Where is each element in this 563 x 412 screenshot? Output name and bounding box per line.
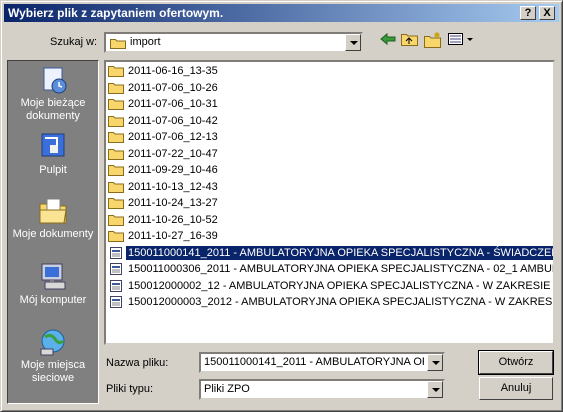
item-name: 150011000141_2011 - AMBULATORYJNA OPIEKA… xyxy=(126,245,553,260)
folder-item[interactable]: 2011-07-06_10-31 xyxy=(108,98,220,114)
place-my-documents[interactable]: Moje dokumenty xyxy=(8,196,98,241)
file-item[interactable]: 150012000003_2012 - AMBULATORYJNA OPIEKA… xyxy=(108,296,555,312)
place-label: Moje dokumenty xyxy=(12,228,94,240)
folder-item[interactable]: 2011-10-26_10-52 xyxy=(108,214,220,230)
filetype-select[interactable]: Pliki ZPO xyxy=(199,379,445,400)
folder-icon xyxy=(108,115,124,127)
folder-item[interactable]: 2011-07-06_12-13 xyxy=(108,131,220,147)
folder-icon xyxy=(108,66,124,78)
folder-icon xyxy=(108,99,124,111)
item-name: 2011-10-26_10-52 xyxy=(128,213,218,226)
cancel-button[interactable]: Anuluj xyxy=(479,377,553,400)
folder-item[interactable]: 2011-06-16_13-35 xyxy=(108,65,220,81)
back-arrow-icon xyxy=(380,32,396,46)
filetype-value: Pliki ZPO xyxy=(204,383,250,395)
view-menu-button[interactable] xyxy=(447,32,475,52)
folder-icon xyxy=(108,181,124,193)
file-item[interactable]: 150011000141_2011 - AMBULATORYJNA OPIEKA… xyxy=(108,245,553,263)
up-one-level-button[interactable] xyxy=(399,32,421,52)
file-item[interactable]: 150011000306_2011 - AMBULATORYJNA OPIEKA… xyxy=(108,263,555,279)
file-list[interactable]: 2011-06-16_13-35 2011-07-06_10-26 2011-07-… xyxy=(104,60,555,345)
folder-icon xyxy=(108,165,124,177)
folder-item[interactable]: 2011-07-06_10-26 xyxy=(108,82,220,98)
title-bar[interactable]: Wybierz plik z zapytaniem ofertowym. ? X xyxy=(4,4,559,22)
filename-dropdown-arrow[interactable] xyxy=(427,354,443,371)
item-name: 2011-07-06_10-31 xyxy=(128,98,218,111)
my-documents-icon xyxy=(39,198,67,224)
help-button[interactable]: ? xyxy=(520,6,536,20)
place-label: Moje bieżące dokumenty xyxy=(20,97,86,122)
folder-item[interactable]: 2011-07-22_10-47 xyxy=(108,148,220,164)
filename-input[interactable]: 150011000141_2011 - AMBULATORYJNA OP xyxy=(199,352,445,373)
recent-documents-icon xyxy=(43,67,67,94)
new-folder-icon xyxy=(424,32,441,48)
folder-item[interactable]: 2011-07-06_10-42 xyxy=(108,115,220,131)
item-name: 2011-09-29_10-46 xyxy=(128,164,218,177)
file-icon xyxy=(110,296,122,309)
folder-item[interactable]: 2011-09-29_10-46 xyxy=(108,164,220,180)
filetype-dropdown-arrow[interactable] xyxy=(427,381,443,398)
folder-icon xyxy=(108,231,124,243)
filename-value: 150011000141_2011 - AMBULATORYJNA OP xyxy=(204,356,424,368)
folder-item[interactable]: 2011-10-27_16-39 xyxy=(108,230,220,246)
open-button[interactable]: Otwórz xyxy=(478,350,554,375)
look-in-value: import xyxy=(130,36,161,48)
item-name: 2011-07-22_10-47 xyxy=(128,147,218,160)
file-icon xyxy=(110,279,122,292)
my-computer-icon xyxy=(41,263,66,290)
file-item[interactable]: 150012000002_12 - AMBULATORYJNA OPIEKA S… xyxy=(108,279,555,296)
item-name: 2011-07-06_10-42 xyxy=(128,114,218,127)
place-my-computer[interactable]: Mój komputer xyxy=(8,262,98,307)
view-menu-icon xyxy=(448,33,473,45)
place-network-places[interactable]: Moje miejsca sieciowe xyxy=(8,327,98,385)
file-icon xyxy=(110,246,122,259)
place-desktop[interactable]: Pulpit xyxy=(8,132,98,177)
place-label: Moje miejsca sieciowe xyxy=(20,359,86,384)
look-in-label: Szukaj w: xyxy=(50,36,98,48)
item-name: 2011-06-16_13-35 xyxy=(128,65,218,78)
file-open-dialog: Wybierz plik z zapytaniem ofertowym. ? X… xyxy=(0,0,563,412)
folder-icon xyxy=(110,39,126,49)
folder-item[interactable]: 2011-10-13_12-43 xyxy=(108,181,220,197)
place-recent-documents[interactable]: Moje bieżące dokumenty xyxy=(8,65,98,123)
folder-icon xyxy=(108,214,124,226)
file-icon xyxy=(110,263,122,276)
dialog-title: Wybierz plik z zapytaniem ofertowym. xyxy=(8,6,224,20)
look-in-dropdown-arrow[interactable] xyxy=(345,34,361,51)
look-in-combo[interactable]: import xyxy=(104,32,363,53)
network-places-icon xyxy=(40,329,65,356)
item-name: 2011-07-06_10-26 xyxy=(128,81,218,94)
places-bar: Moje bieżące dokumenty Pulpit Moje dokum… xyxy=(7,60,99,404)
item-name: 2011-10-27_16-39 xyxy=(128,230,218,243)
folder-item[interactable]: 2011-10-24_13-27 xyxy=(108,197,220,213)
item-name: 2011-10-24_13-27 xyxy=(128,197,218,210)
item-name: 2011-10-13_12-43 xyxy=(128,180,218,193)
item-name: 150012000003_2012 - AMBULATORYJNA OPIEKA… xyxy=(128,296,555,309)
item-name: 150011000306_2011 - AMBULATORYJNA OPIEKA… xyxy=(128,263,555,276)
item-name: 2011-07-06_12-13 xyxy=(128,131,218,144)
filetype-label: Pliki typu: xyxy=(106,383,154,395)
filename-label: Nazwa pliku: xyxy=(106,357,169,369)
folder-icon xyxy=(108,132,124,144)
desktop-icon xyxy=(41,133,65,157)
item-name: 150012000002_12 - AMBULATORYJNA OPIEKA S… xyxy=(128,279,555,292)
folder-up-icon xyxy=(401,34,418,46)
back-button[interactable] xyxy=(377,32,399,52)
place-label: Mój komputer xyxy=(19,294,87,306)
folder-icon xyxy=(108,198,124,210)
folder-icon xyxy=(108,148,124,160)
close-button[interactable]: X xyxy=(539,6,555,20)
place-label: Pulpit xyxy=(39,164,67,176)
new-folder-button[interactable] xyxy=(422,32,444,52)
folder-icon xyxy=(108,82,124,94)
